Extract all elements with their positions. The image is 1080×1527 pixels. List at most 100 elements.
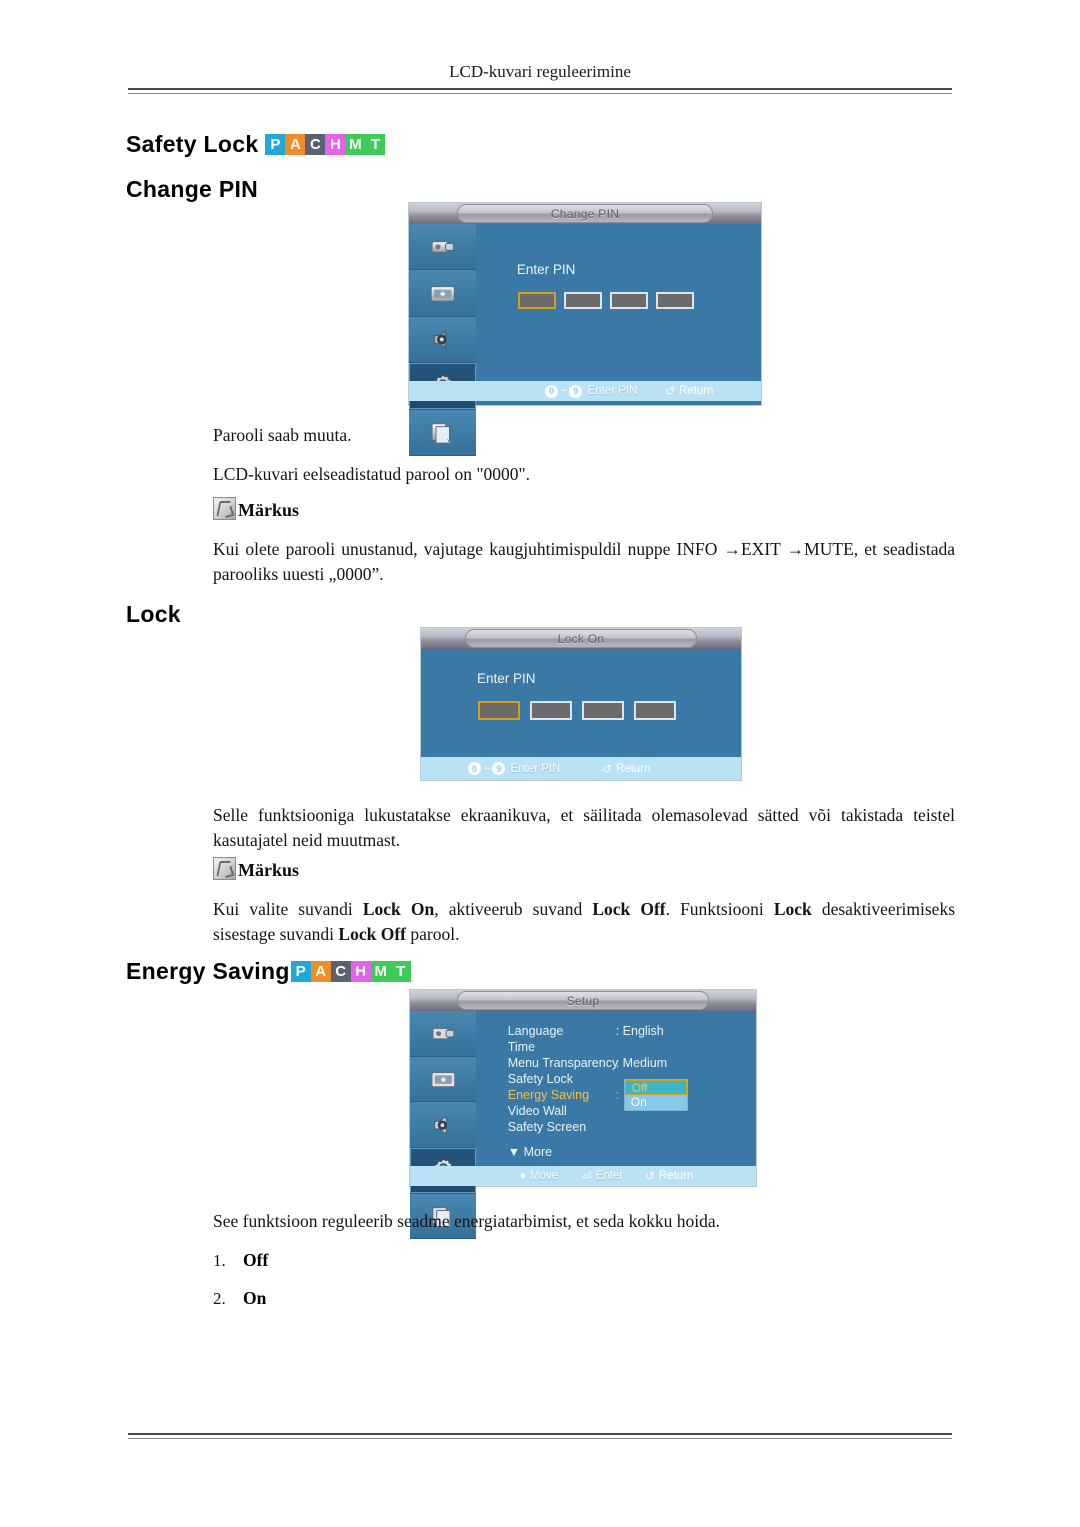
- footer-enter-pin-label: Enter PIN: [587, 385, 638, 397]
- badge-letter-m: M: [345, 134, 366, 155]
- heading-energy-saving: Energy Saving P A C H M T: [126, 958, 411, 985]
- setup-row-menu-transparency[interactable]: Menu Transparency : Medium: [508, 1055, 667, 1071]
- footer-enter-pin[interactable]: 0 ~ 9 Enter PIN: [545, 384, 638, 398]
- badge-letter-a: A: [285, 134, 306, 155]
- osd-icon-picture[interactable]: [410, 1056, 476, 1103]
- list-item-value: Off: [243, 1250, 269, 1270]
- setup-row-name: Energy Saving: [507, 1088, 590, 1102]
- paragraph-lock-on-off: Kui valite suvandi Lock On, aktiveerub s…: [213, 899, 955, 944]
- setup-row-name: Time: [507, 1040, 536, 1054]
- key-0: 0: [545, 384, 558, 398]
- badge-letter-m: M: [370, 961, 391, 982]
- osd-icon-input[interactable]: [410, 1011, 476, 1057]
- badge-letter-p: P: [265, 134, 286, 155]
- pin-entry-boxes[interactable]: [517, 292, 694, 309]
- heading-safety-lock: Safety Lock P A C H M T: [126, 131, 386, 158]
- pin-box-4[interactable]: [655, 292, 694, 309]
- setup-row-name: Safety Screen: [507, 1120, 587, 1134]
- setup-row-time[interactable]: Time: [508, 1039, 667, 1055]
- return-icon: ↺: [645, 1171, 655, 1183]
- osd-sidebar: [410, 1011, 476, 1240]
- key-9: 9: [569, 384, 583, 398]
- paragraph-lock-description: Selle funktsiooniga lukustatakse ekraani…: [213, 805, 955, 850]
- badge-letter-t: T: [390, 961, 411, 982]
- paragraph-energy-saving-description: See funktsioon reguleerib seadme energia…: [213, 1211, 721, 1231]
- osd-sidebar: [409, 224, 476, 457]
- energy-saving-dropdown[interactable]: Off On: [623, 1079, 688, 1111]
- osd-body: Enter PIN: [409, 224, 761, 457]
- osd-footer: 0 ~ 9 Enter PIN ↺ Return: [409, 381, 761, 401]
- setup-row-name: Menu Transparency: [507, 1056, 619, 1070]
- osd-title-bar: Change PIN: [409, 203, 761, 224]
- osd-lock-on: Lock On Enter PIN 0 ~ 9 Enter PIN ↺ Retu…: [421, 628, 741, 780]
- osd-icon-picture[interactable]: [409, 270, 476, 317]
- document-page: LCD-kuvari reguleerimine Safety Lock P A…: [0, 0, 1080, 1527]
- paragraph-default-password: LCD-kuvari eelseadistatud parool on "000…: [213, 464, 531, 484]
- footer-return[interactable]: ↺ Return: [602, 762, 650, 776]
- pin-box-1[interactable]: [478, 701, 520, 720]
- dropdown-option-off[interactable]: Off: [624, 1080, 687, 1095]
- note-pencil-icon: [213, 857, 236, 880]
- footer-return[interactable]: ↺ Return: [665, 384, 713, 398]
- osd-change-pin: Change PIN Enter PIN 0 ~ 9 Enter PIN ↺ R…: [409, 203, 761, 457]
- tilde: ~: [561, 385, 568, 397]
- heading-lock: Lock: [126, 601, 181, 628]
- enter-icon: ⏎: [582, 1171, 592, 1183]
- footer-rule: [128, 1433, 952, 1439]
- osd-icon-input[interactable]: [409, 224, 476, 271]
- osd-setup: Setup Language: English Time Menu Trans…: [410, 990, 756, 1240]
- osd-footer: ♦ Move ⏎ Enter ↺ Return: [410, 1166, 756, 1186]
- enter-pin-label: Enter PIN: [477, 671, 536, 686]
- running-head: LCD-kuvari reguleerimine: [449, 62, 631, 81]
- osd-title-text: Lock On: [464, 629, 698, 648]
- note-label: Märkus: [238, 860, 300, 880]
- footer-return-label: Return: [615, 762, 651, 775]
- osd-icon-sound[interactable]: [409, 316, 476, 364]
- setup-row-value: : Medium: [615, 1056, 668, 1070]
- pin-box-4[interactable]: [634, 701, 676, 720]
- note-pencil-icon: [213, 497, 236, 520]
- energy-saving-options-list: 1. Off 2. On: [213, 1250, 268, 1326]
- enter-pin-label: Enter PIN: [516, 262, 576, 277]
- footer-return[interactable]: ↺ Return: [645, 1169, 693, 1183]
- pin-box-2[interactable]: [563, 292, 602, 309]
- setup-row-name: Safety Lock: [507, 1072, 574, 1086]
- badge-letter-c: C: [305, 134, 326, 155]
- heading-energy-saving-text: Energy Saving: [126, 958, 290, 984]
- osd-content: Enter PIN: [475, 224, 761, 381]
- pin-box-1[interactable]: [517, 292, 556, 309]
- badge-letter-t: T: [365, 134, 386, 155]
- osd-body: Enter PIN: [421, 649, 741, 757]
- key-9: 9: [492, 762, 506, 775]
- list-item-value: On: [243, 1288, 267, 1308]
- header-rule: [128, 88, 952, 94]
- footer-return-label: Return: [678, 385, 714, 397]
- footer-return-label: Return: [658, 1170, 694, 1182]
- footer-enter-pin[interactable]: 0 ~ 9 Enter PIN: [468, 762, 560, 775]
- osd-content: Enter PIN: [421, 649, 741, 757]
- osd-icon-sound[interactable]: [410, 1102, 476, 1149]
- badge-letter-c: C: [330, 961, 351, 982]
- paragraph-forgot-password: Kui olete parooli unustanud, vajutage ka…: [213, 539, 955, 584]
- setup-row-language[interactable]: Language : English: [508, 1023, 667, 1039]
- heading-safety-lock-text: Safety Lock: [126, 131, 259, 157]
- dropdown-option-on[interactable]: On: [624, 1095, 687, 1110]
- pin-box-3[interactable]: [582, 701, 624, 720]
- osd-title-bar: Setup: [410, 990, 756, 1011]
- footer-enter[interactable]: ⏎ Enter: [582, 1169, 623, 1183]
- heading-change-pin: Change PIN: [126, 176, 258, 203]
- setup-row-safety-screen[interactable]: Safety Screen: [508, 1119, 667, 1135]
- pin-entry-boxes[interactable]: [478, 701, 676, 720]
- pin-box-3[interactable]: [609, 292, 648, 309]
- note-markus-1: Märkus: [213, 497, 299, 520]
- setup-more-item[interactable]: ▼ More: [508, 1145, 552, 1159]
- osd-footer: 0 ~ 9 Enter PIN ↺ Return: [421, 757, 741, 780]
- footer-move[interactable]: ♦ Move: [520, 1170, 558, 1182]
- tilde: ~: [484, 762, 491, 775]
- pin-box-2[interactable]: [530, 701, 572, 720]
- badge-letter-p: P: [290, 961, 311, 982]
- osd-title-text: Setup: [457, 991, 709, 1010]
- heading-lock-text: Lock: [126, 601, 181, 627]
- pachmt-badge: P A C H M T: [290, 961, 411, 982]
- footer-move-label: Move: [529, 1170, 558, 1182]
